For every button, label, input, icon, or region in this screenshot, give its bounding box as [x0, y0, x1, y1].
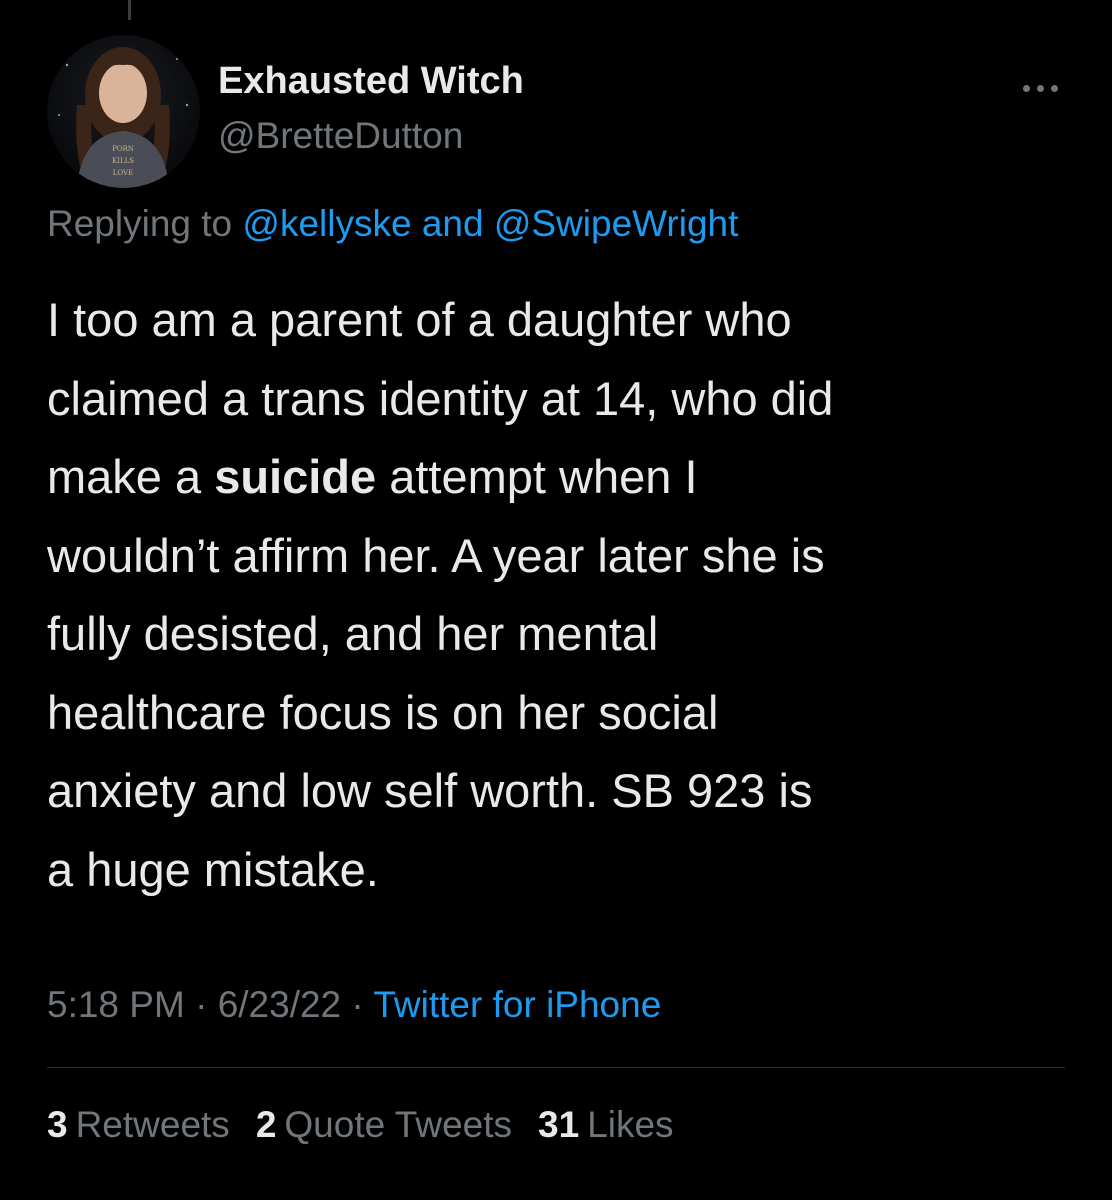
- thread-connector-line: [128, 0, 131, 20]
- meta-separator: ·: [351, 984, 364, 1025]
- avatar[interactable]: PORN KILLS LOVE: [47, 35, 200, 188]
- replying-to-line: Replying to @kellyske and @SwipeWright: [47, 203, 738, 245]
- mention-link-swipewright[interactable]: @SwipeWright: [494, 203, 739, 244]
- avatar-shirt-text-3: LOVE: [113, 169, 133, 177]
- tweet-body: I too am a parent of a daughter who clai…: [47, 281, 1087, 909]
- tweet-text-line: I too am a parent of a daughter who: [47, 293, 792, 346]
- likes-label: Likes: [587, 1104, 674, 1145]
- replying-to-joiner[interactable]: and: [422, 203, 484, 244]
- engagement-stats: 3 Retweets 2 Quote Tweets 31 Likes: [47, 1104, 674, 1146]
- tweet-text-line: anxiety and low self worth. SB 923 is: [47, 764, 813, 817]
- mention-link-kellyske[interactable]: @kellyske: [242, 203, 411, 244]
- more-dot-icon: [1036, 84, 1044, 92]
- user-handle[interactable]: @BretteDutton: [218, 115, 463, 157]
- tweet-source-link[interactable]: Twitter for iPhone: [373, 984, 661, 1025]
- retweets-count: 3: [47, 1104, 68, 1145]
- replying-to-prefix: Replying to: [47, 203, 233, 244]
- more-dot-icon: [1050, 84, 1058, 92]
- more-dot-icon: [1022, 84, 1030, 92]
- likes-stat[interactable]: 31 Likes: [538, 1104, 674, 1146]
- tweet-text-line: claimed a trans identity at 14, who did: [47, 371, 834, 425]
- tweet-text-fragment: make a: [47, 450, 202, 503]
- display-name[interactable]: Exhausted Witch: [218, 60, 524, 103]
- avatar-shirt-text-2: KILLS: [112, 157, 134, 165]
- tweet-text-line: healthcare focus is on her social: [47, 685, 719, 739]
- quote-tweets-count: 2: [255, 1104, 277, 1145]
- retweets-label: Retweets: [75, 1104, 230, 1145]
- highlighted-keyword: suicide: [214, 450, 377, 503]
- tweet-text-line: make a suicide attempt when I: [47, 438, 1087, 517]
- avatar-image: PORN KILLS LOVE: [58, 47, 189, 188]
- quote-tweets-label: Quote Tweets: [284, 1104, 513, 1145]
- tweet-time[interactable]: 5:18 PM: [47, 984, 185, 1025]
- retweets-stat[interactable]: 3 Retweets: [47, 1104, 230, 1146]
- tweet-metadata: 5:18 PM · 6/23/22 · Twitter for iPhone: [47, 984, 661, 1026]
- tweet-text-line: fully desisted, and her mental: [47, 607, 659, 660]
- avatar-shirt-text-1: PORN: [112, 145, 134, 153]
- divider: [47, 1067, 1065, 1068]
- more-options-button[interactable]: [1010, 70, 1070, 106]
- likes-count: 31: [538, 1104, 580, 1145]
- tweet-text-line: wouldn’t affirm her. A year later she is: [47, 528, 825, 582]
- tweet-text-fragment: attempt when I: [389, 450, 698, 503]
- tweet-date[interactable]: 6/23/22: [218, 984, 341, 1025]
- quote-tweets-stat[interactable]: 2 Quote Tweets: [256, 1104, 512, 1146]
- tweet-text-line: a huge mistake.: [47, 842, 379, 896]
- meta-separator: ·: [195, 984, 208, 1025]
